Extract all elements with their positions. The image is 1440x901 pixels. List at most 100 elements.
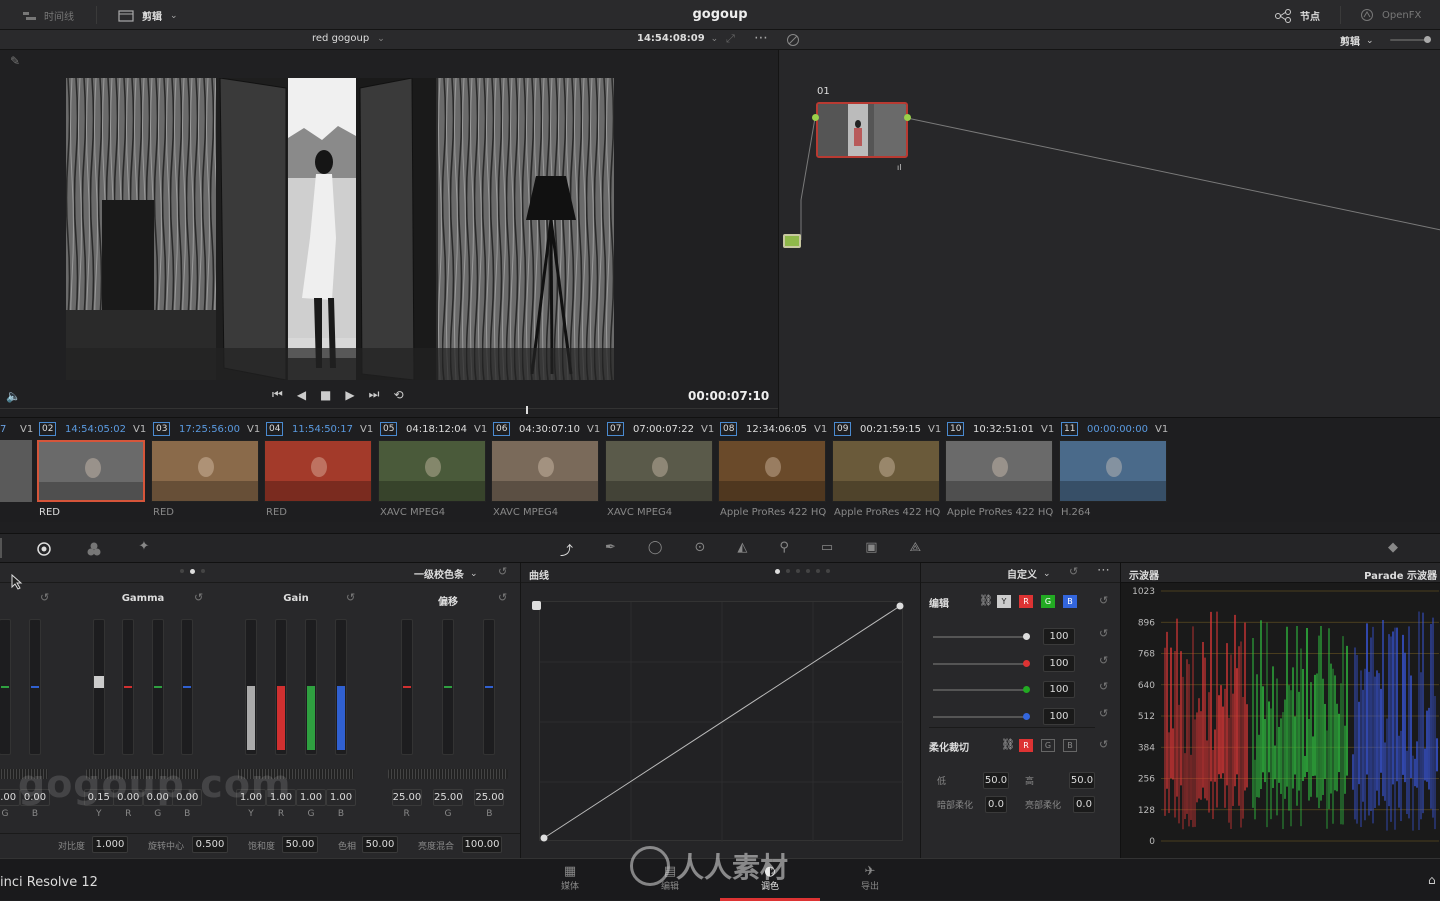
clip-name-dropdown[interactable]: red gogoup ⌄ xyxy=(312,33,385,44)
clip-thumbnail[interactable] xyxy=(1059,440,1167,502)
hue-field[interactable]: 50.00 xyxy=(362,836,398,853)
low-soft-field[interactable]: 0.0 xyxy=(985,796,1007,813)
jump-end-icon[interactable]: ⏭ xyxy=(369,387,380,402)
rgb-mixer-tool[interactable] xyxy=(80,539,108,559)
source-input-node[interactable] xyxy=(783,234,801,248)
soft-clip-r-toggle[interactable]: R xyxy=(1019,739,1033,752)
saturation-field[interactable]: 50.00 xyxy=(282,836,318,853)
edit-slider-track[interactable] xyxy=(933,689,1029,692)
more-options-icon[interactable]: ⋯ xyxy=(754,30,768,46)
edit-slider-track[interactable] xyxy=(933,716,1029,719)
curves-icon[interactable]: ⤴ xyxy=(560,540,573,559)
channel-value[interactable]: 25.00 xyxy=(433,789,463,806)
motion-effects-tool[interactable]: ✦ xyxy=(130,539,158,559)
color-node-01[interactable] xyxy=(816,102,908,158)
sizing-icon[interactable]: ▭ xyxy=(821,540,833,559)
clip-item[interactable]: 08 12:34:06:05 V1 Apple ProRes 422 HQ xyxy=(718,418,828,523)
lum-mix-field[interactable]: 100.00 xyxy=(462,836,502,853)
edit-dropdown[interactable]: 剪辑 ⌄ xyxy=(118,8,178,23)
play-reverse-icon[interactable]: ◀ xyxy=(297,388,306,402)
clip-item[interactable]: 10 10:32:51:01 V1 Apple ProRes 422 HQ xyxy=(945,418,1055,523)
qualifier-picker-icon[interactable]: ✒ xyxy=(605,540,616,559)
scope-mode[interactable]: Parade 示波器 xyxy=(1364,567,1437,582)
clip-item[interactable]: 07 07:00:07:22 V1 XAVC MPEG4 xyxy=(605,418,715,523)
edit-channel-toggle[interactable]: B xyxy=(1063,595,1077,608)
clip-thumbnail[interactable] xyxy=(37,440,145,502)
edit-slider-handle[interactable] xyxy=(1023,659,1030,667)
channel-bar[interactable] xyxy=(305,619,317,755)
node-zoom-handle[interactable] xyxy=(1424,36,1431,43)
wheels-mode-dropdown[interactable]: 一级校色条 ⌄ xyxy=(414,566,478,582)
soft-clip-b-toggle[interactable]: B xyxy=(1063,739,1077,752)
magic-wand-icon[interactable]: ✎ xyxy=(10,54,20,68)
clip-thumbnail[interactable] xyxy=(945,440,1053,502)
nav-tab[interactable]: ◐ 调色 xyxy=(720,859,820,901)
channel-value[interactable]: 0.00 xyxy=(113,789,144,806)
soft-clip-link-icon[interactable]: ⛓ xyxy=(1001,738,1015,751)
contrast-field[interactable]: 1.000 xyxy=(92,836,128,853)
blur-icon[interactable]: ◭ xyxy=(737,540,747,559)
node-mode-dropdown[interactable]: 剪辑 ⌄ xyxy=(1340,33,1374,49)
channel-bar[interactable] xyxy=(483,619,496,755)
reset-curves-icon[interactable]: ↺ xyxy=(1069,565,1078,578)
edit-slider-value[interactable]: 100 xyxy=(1043,681,1075,699)
clip-thumbnail[interactable] xyxy=(718,440,826,502)
paint-bucket-icon[interactable]: ◆ xyxy=(1388,540,1398,555)
timeline-scrubber[interactable] xyxy=(0,408,778,417)
audio-icon[interactable]: 🔈 xyxy=(6,389,21,403)
soft-clip-g-toggle[interactable]: G xyxy=(1041,739,1055,752)
channel-bar[interactable] xyxy=(245,619,257,755)
jump-start-icon[interactable]: ⏮ xyxy=(272,387,283,402)
reset-wheel-icon[interactable]: ↺ xyxy=(346,591,355,604)
reset-all-icon[interactable]: ↺ xyxy=(498,565,507,578)
reset-slider-icon[interactable]: ↺ xyxy=(1099,627,1108,640)
channel-bar[interactable] xyxy=(151,619,164,755)
wheel-jog[interactable] xyxy=(238,769,354,779)
playhead-marker[interactable] xyxy=(526,406,528,414)
channel-bar[interactable] xyxy=(181,619,194,755)
reset-slider-icon[interactable]: ↺ xyxy=(1099,680,1108,693)
clip-item[interactable]: 02 14:54:05:02 V1 RED xyxy=(37,418,147,523)
edit-slider-handle[interactable] xyxy=(1023,633,1030,640)
channel-bar[interactable] xyxy=(442,619,454,755)
wheel-jog[interactable] xyxy=(86,769,200,779)
edit-channel-toggle[interactable]: R xyxy=(1019,595,1033,608)
fullscreen-icon[interactable]: ⤢ xyxy=(726,32,735,46)
reset-slider-icon[interactable]: ↺ xyxy=(1099,654,1108,667)
reset-wheel-icon[interactable]: ↺ xyxy=(498,591,507,604)
node-output-dot[interactable] xyxy=(904,114,911,121)
channel-value[interactable]: 1.00 xyxy=(326,789,356,806)
edit-slider-value[interactable]: 100 xyxy=(1043,654,1075,672)
tracker-icon[interactable]: ⊙ xyxy=(694,540,705,559)
timeline-button[interactable]: 时间线 xyxy=(22,8,74,23)
clip-thumbnail[interactable] xyxy=(378,440,486,502)
edit-slider-value[interactable]: 100 xyxy=(1043,708,1075,726)
edit-channel-toggle[interactable]: G xyxy=(1041,595,1055,608)
clip-item[interactable]: 04 11:54:50:17 V1 RED xyxy=(264,418,374,523)
stop-icon[interactable]: ■ xyxy=(320,388,331,402)
edit-slider-handle[interactable] xyxy=(1023,686,1030,694)
edit-channel-toggle[interactable]: Y xyxy=(997,595,1011,608)
timecode-dropdown[interactable]: 14:54:08:09 ⌄ xyxy=(637,33,718,44)
channel-value[interactable]: 1.00 xyxy=(296,789,326,806)
edit-slider-value[interactable]: 100 xyxy=(1043,628,1075,645)
clip-partial-thumb[interactable] xyxy=(0,440,32,502)
reset-slider-icon[interactable]: ↺ xyxy=(1099,707,1108,720)
openfx-button[interactable]: OpenFX xyxy=(1360,8,1421,22)
3d-icon[interactable]: ▣ xyxy=(865,540,877,559)
node-input-dot[interactable] xyxy=(812,114,819,121)
clip-item[interactable]: 05 04:18:12:04 V1 XAVC MPEG4 xyxy=(378,418,488,523)
clip-thumbnail[interactable] xyxy=(491,440,599,502)
channel-bar[interactable] xyxy=(0,619,11,755)
clip-thumbnail[interactable] xyxy=(264,440,372,502)
channel-value[interactable]: 25.00 xyxy=(391,789,422,806)
bypass-icon[interactable] xyxy=(786,33,800,47)
curve-handle-left[interactable] xyxy=(532,601,541,610)
clip-item[interactable]: 03 17:25:56:00 V1 RED xyxy=(151,418,261,523)
reset-wheel-icon[interactable]: ↺ xyxy=(40,591,49,604)
edit-slider-track[interactable] xyxy=(933,636,1029,638)
clip-item[interactable]: 06 04:30:07:10 V1 XAVC MPEG4 xyxy=(491,418,601,523)
channel-value[interactable]: 0.00 xyxy=(20,789,50,806)
reset-edit-icon[interactable]: ↺ xyxy=(1099,594,1108,607)
channel-bar[interactable] xyxy=(400,619,413,755)
